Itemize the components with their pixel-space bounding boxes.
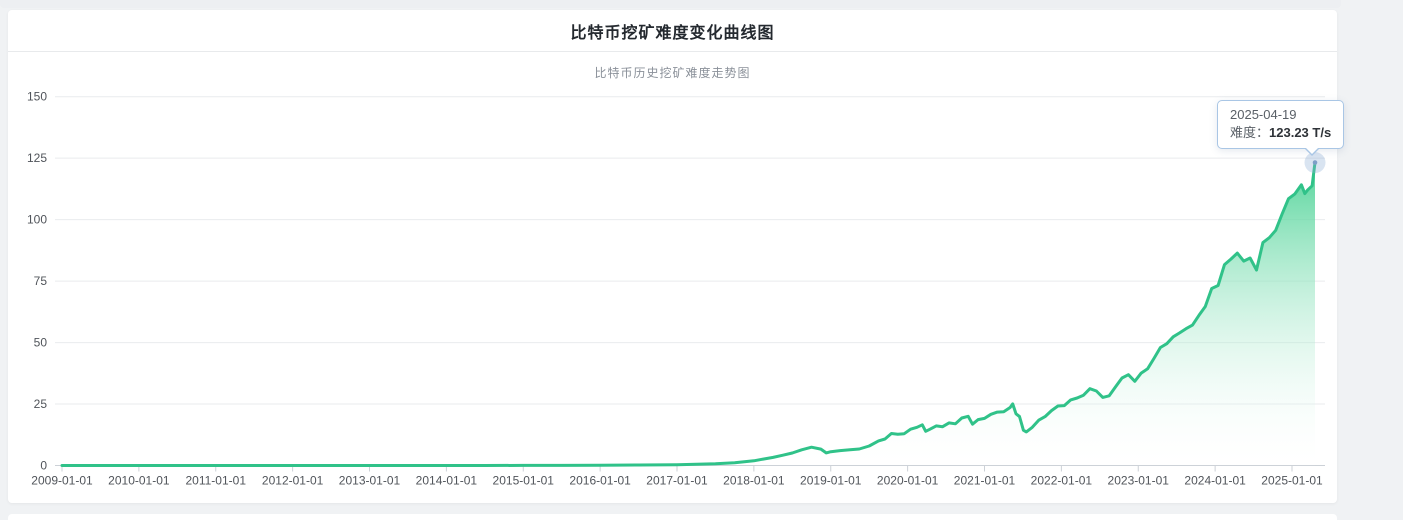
y-axis-tick-label: 50 bbox=[34, 336, 48, 350]
previous-card-bottom-edge bbox=[0, 0, 1341, 8]
y-axis-tick-label: 100 bbox=[27, 213, 47, 227]
x-axis-tick-label: 2025-01-01 bbox=[1261, 474, 1323, 488]
x-axis-tick-label: 2009-01-01 bbox=[31, 474, 93, 488]
chart-tooltip: 2025-04-19 难度：123.23 T/s bbox=[1217, 100, 1344, 149]
x-axis-tick-label: 2015-01-01 bbox=[493, 474, 555, 488]
x-axis-tick-label: 2024-01-01 bbox=[1184, 474, 1246, 488]
x-axis-tick-label: 2013-01-01 bbox=[339, 474, 401, 488]
tooltip-series-label: 难度： bbox=[1230, 125, 1269, 140]
y-axis-tick-label: 75 bbox=[34, 274, 48, 288]
difficulty-area-fill bbox=[62, 163, 1315, 466]
chart-subtitle: 比特币历史挖矿难度走势图 bbox=[8, 64, 1337, 81]
x-axis-tick-label: 2014-01-01 bbox=[416, 474, 478, 488]
x-axis-tick-label: 2022-01-01 bbox=[1031, 474, 1093, 488]
y-axis-tick-label: 125 bbox=[27, 151, 47, 165]
x-axis-tick-label: 2017-01-01 bbox=[646, 474, 708, 488]
tooltip-series-line: 难度：123.23 T/s bbox=[1230, 124, 1331, 142]
y-axis-tick-label: 25 bbox=[34, 397, 48, 411]
tooltip-date: 2025-04-19 bbox=[1230, 106, 1331, 124]
x-axis-tick-label: 2012-01-01 bbox=[262, 474, 324, 488]
x-axis-tick-label: 2011-01-01 bbox=[186, 474, 247, 488]
x-axis-tick-label: 2016-01-01 bbox=[569, 474, 631, 488]
x-axis-tick-label: 2021-01-01 bbox=[954, 474, 1016, 488]
x-axis-tick-label: 2023-01-01 bbox=[1108, 474, 1170, 488]
next-card-top-edge bbox=[8, 514, 1337, 520]
y-axis-tick-label: 150 bbox=[27, 90, 47, 104]
tooltip-value: 123.23 T/s bbox=[1269, 125, 1331, 140]
x-axis-tick-label: 2010-01-01 bbox=[108, 474, 170, 488]
x-axis-tick-label: 2019-01-01 bbox=[800, 474, 862, 488]
hover-point-dot bbox=[1313, 160, 1318, 165]
difficulty-line-chart[interactable]: 0 25 50 75 100 125 150 2009-01-01 2010-01-01 2011… bbox=[8, 10, 1337, 503]
chart-plot-area[interactable]: 0 25 50 75 100 125 150 2009-01-01 2010-01-01 2011… bbox=[8, 10, 1337, 503]
x-axis-tick-label: 2020-01-01 bbox=[877, 474, 939, 488]
page-root: 比特币挖矿难度变化曲线图 02550751001251502009-01-012… bbox=[0, 0, 1403, 520]
mining-difficulty-chart-card: 比特币挖矿难度变化曲线图 02550751001251502009-01-012… bbox=[8, 10, 1337, 503]
x-axis-tick-label: 2018-01-01 bbox=[723, 474, 785, 488]
y-axis-tick-label: 0 bbox=[40, 459, 47, 473]
